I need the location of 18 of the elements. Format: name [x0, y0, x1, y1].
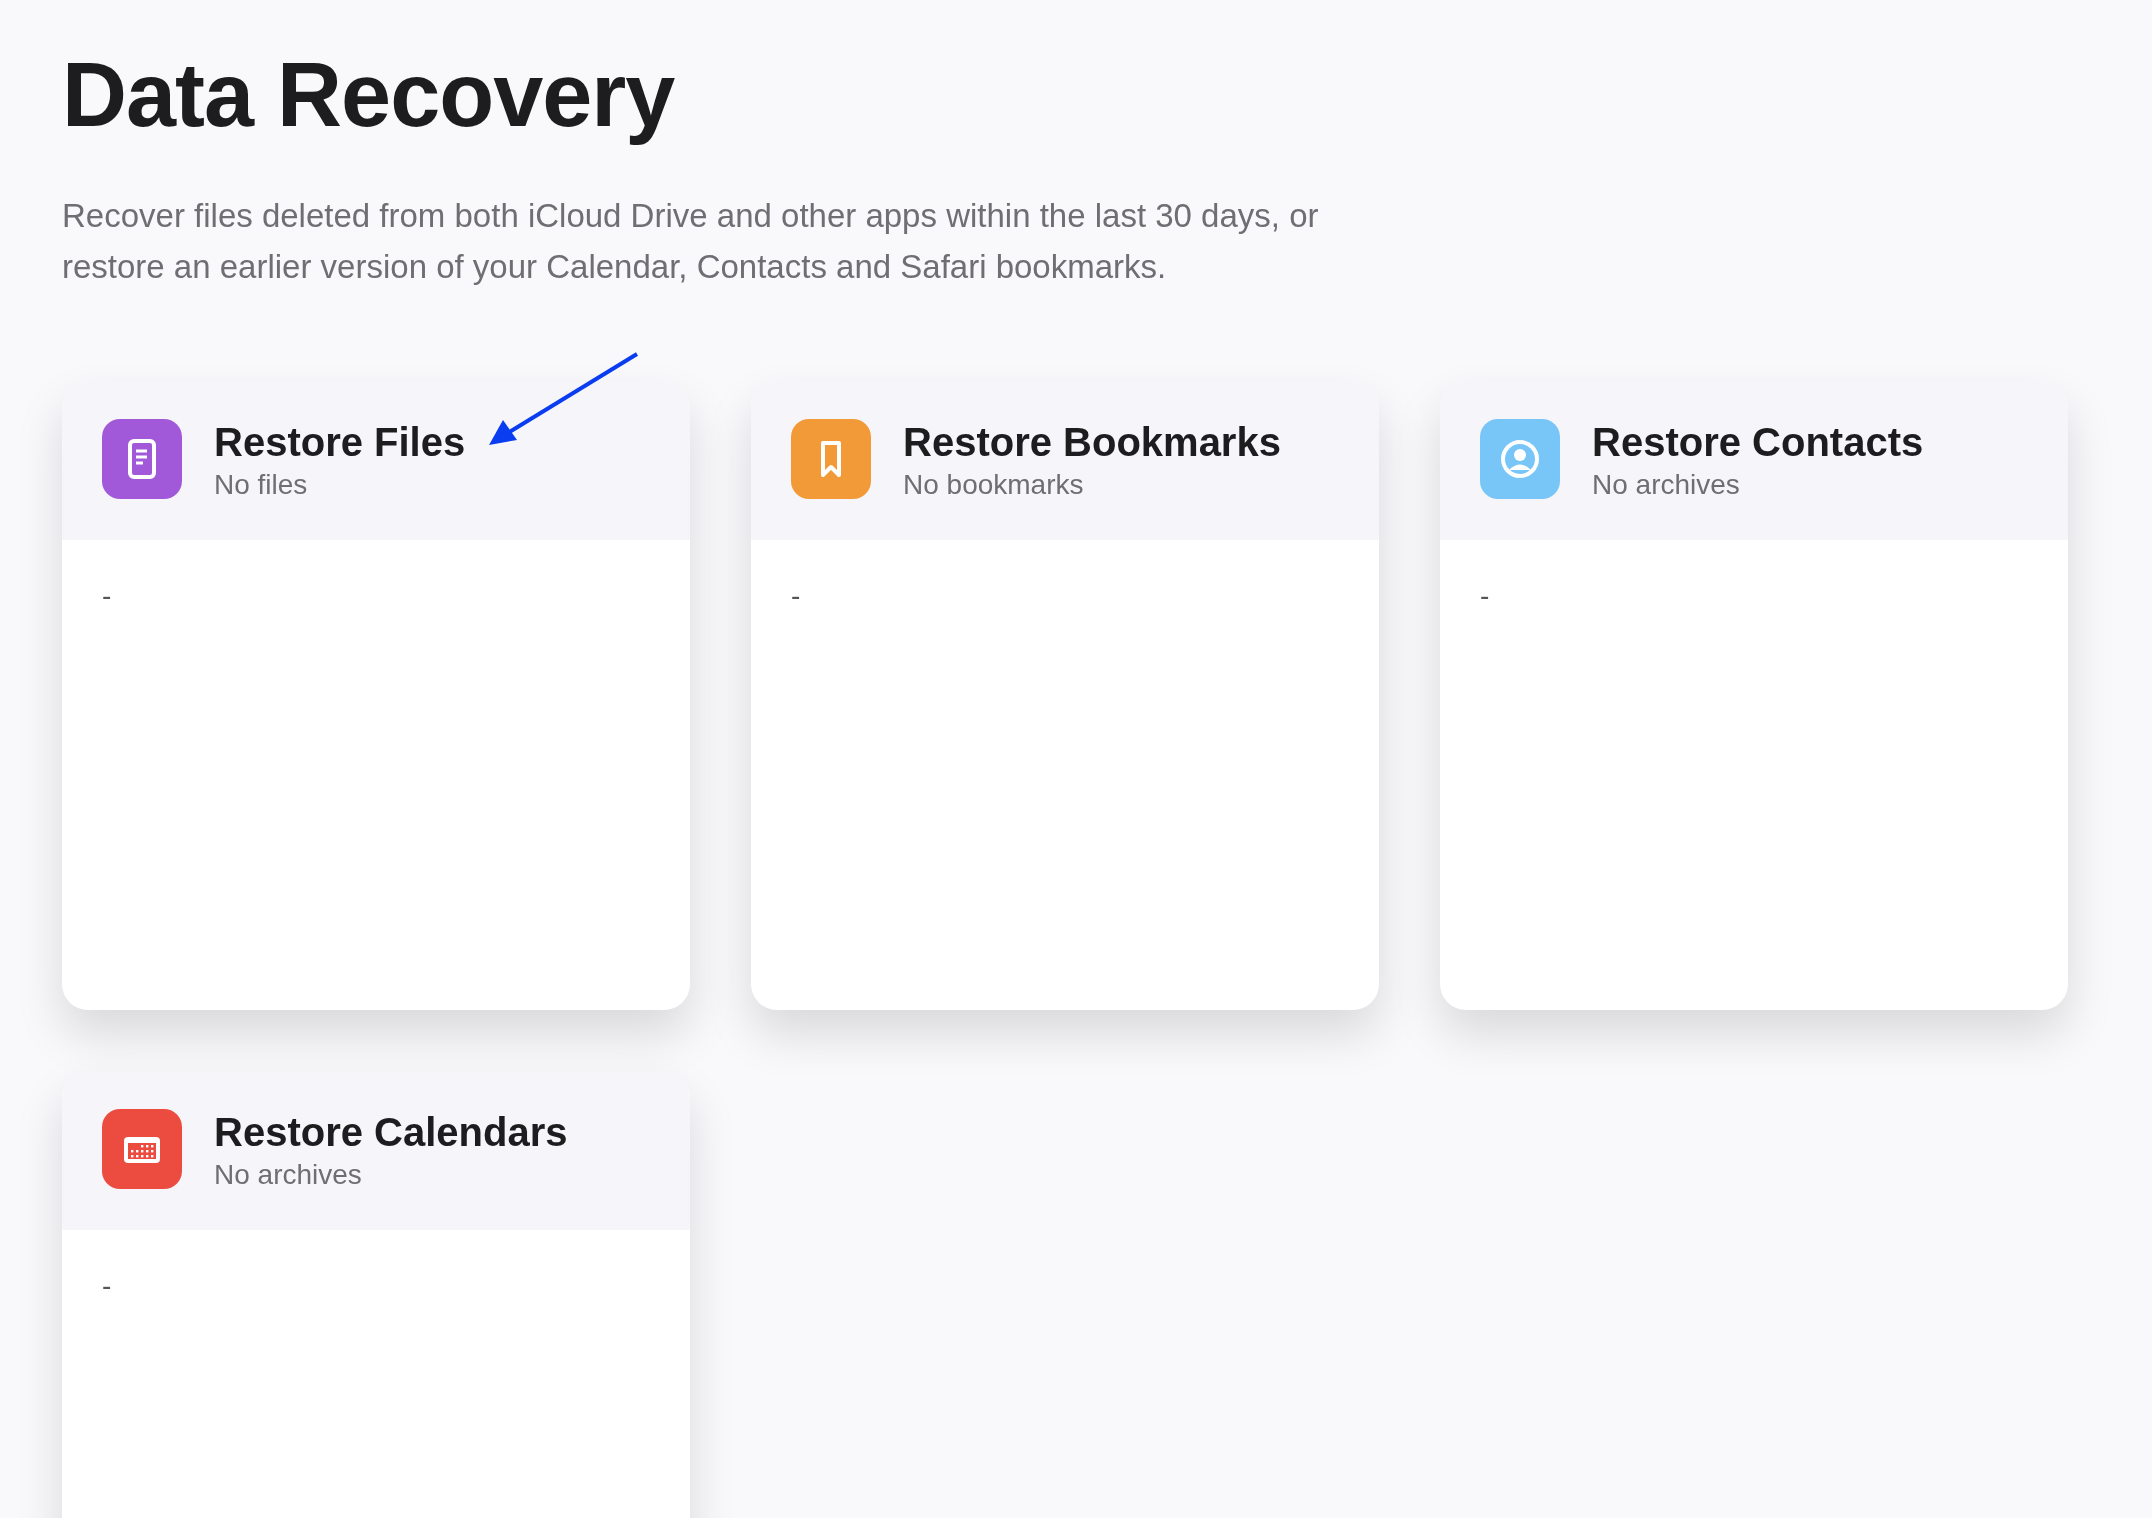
empty-placeholder: -: [791, 580, 801, 611]
card-title: Restore Calendars: [214, 1109, 568, 1156]
empty-placeholder: -: [102, 580, 112, 611]
page-title: Data Recovery: [62, 44, 676, 147]
restore-card[interactable]: Restore Contacts No archives -: [1440, 382, 2068, 1010]
empty-placeholder: -: [1480, 580, 1490, 611]
card-title: Restore Files: [214, 419, 466, 466]
card-subtitle: No archives: [1592, 468, 1741, 502]
restore-card[interactable]: Restore Files No files -: [62, 382, 690, 1010]
card-subtitle: No archives: [214, 1158, 363, 1192]
empty-placeholder: -: [102, 1270, 112, 1301]
page-description: Recover files deleted from both iCloud Drive and other apps within the last 30 days, or restore an earlier version of your Calendar, Contacts and Safari bookmarks.: [62, 196, 1320, 287]
restore-card[interactable]: Restore Calendars No archives -: [62, 1072, 690, 1518]
card-subtitle: No files: [214, 468, 309, 502]
card-subtitle: No bookmarks: [903, 468, 1085, 502]
card-title: Restore Bookmarks: [903, 419, 1281, 466]
restore-card[interactable]: Restore Bookmarks No bookmarks -: [751, 382, 1379, 1010]
card-title: Restore Contacts: [1592, 419, 1924, 466]
